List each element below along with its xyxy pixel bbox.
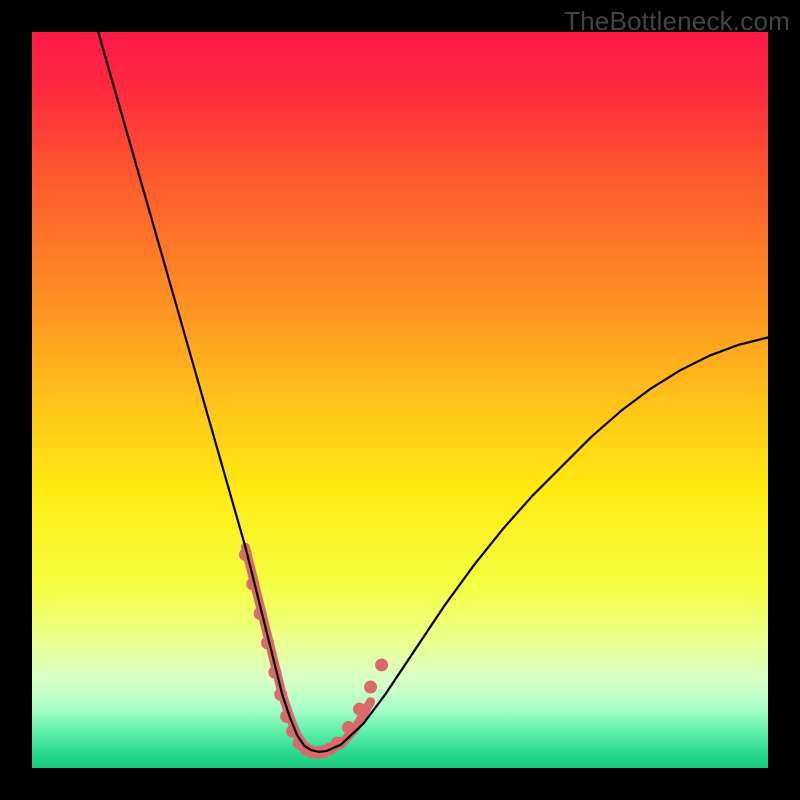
plot-area bbox=[32, 32, 768, 768]
highlight-dot bbox=[353, 703, 366, 716]
watermark-text: TheBottleneck.com bbox=[564, 6, 790, 37]
chart-svg bbox=[32, 32, 768, 768]
highlight-dot bbox=[375, 658, 388, 671]
gradient-background bbox=[32, 32, 768, 768]
highlight-dot bbox=[364, 681, 377, 694]
chart-frame: TheBottleneck.com bbox=[0, 0, 800, 800]
